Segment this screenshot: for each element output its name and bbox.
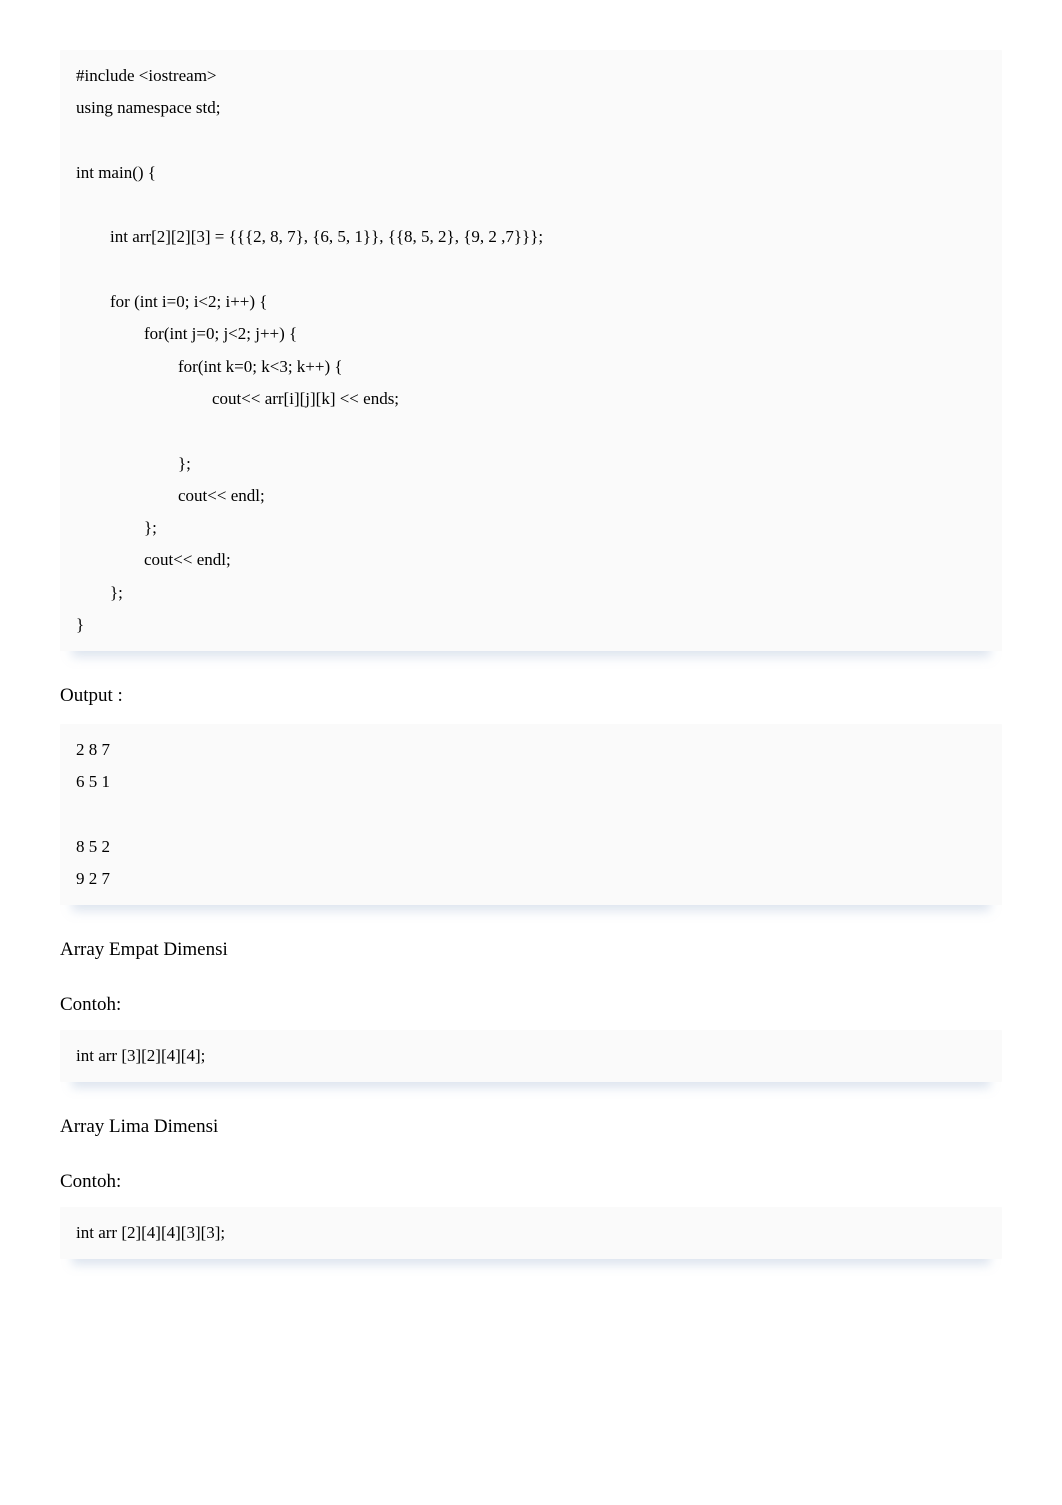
code-block-main: #include <iostream> using namespace std;… bbox=[60, 50, 1002, 651]
section-4d-title: Array Empat Dimensi bbox=[60, 935, 1002, 965]
section-5d-contoh: Contoh: bbox=[60, 1167, 1002, 1197]
section-4d-contoh: Contoh: bbox=[60, 990, 1002, 1020]
code-block-5d: int arr [2][4][4][3][3]; bbox=[60, 1207, 1002, 1259]
output-block: 2 8 7 6 5 1 8 5 2 9 2 7 bbox=[60, 724, 1002, 905]
section-5d-title: Array Lima Dimensi bbox=[60, 1112, 1002, 1142]
output-label: Output : bbox=[60, 681, 1002, 711]
code-block-4d: int arr [3][2][4][4]; bbox=[60, 1030, 1002, 1082]
